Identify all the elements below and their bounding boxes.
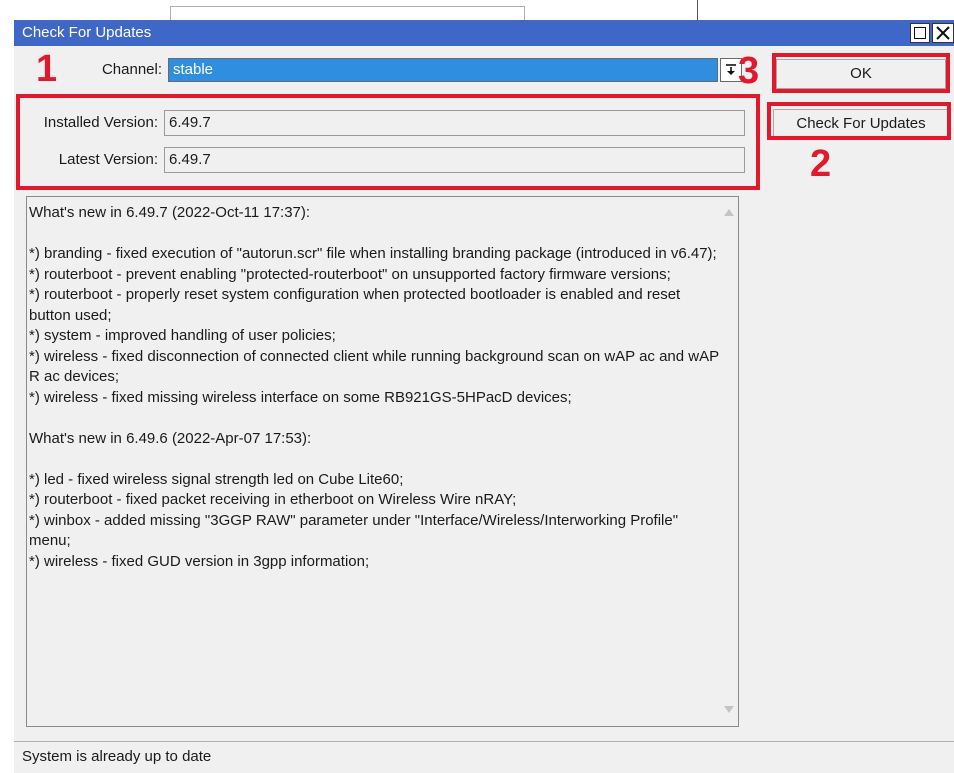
close-button[interactable]	[932, 23, 954, 43]
scroll-down-icon[interactable]	[723, 705, 735, 715]
scroll-up-icon[interactable]	[723, 207, 735, 217]
close-icon	[936, 26, 950, 40]
status-bar: System is already up to date	[14, 741, 954, 773]
screen: Check For Updates Channel: stable Instal…	[0, 0, 954, 773]
window-title: Check For Updates	[22, 24, 152, 41]
background-divider	[697, 0, 698, 20]
title-bar[interactable]: Check For Updates	[14, 20, 954, 46]
channel-label: Channel:	[101, 61, 162, 78]
background-field	[170, 6, 525, 20]
maximize-button[interactable]	[910, 23, 930, 43]
annotation-number-2: 2	[810, 143, 832, 185]
annotation-number-1: 1	[36, 48, 58, 90]
maximize-icon	[914, 27, 926, 39]
annotation-box-versions	[16, 94, 760, 190]
annotation-box-ok	[772, 53, 950, 93]
release-notes-box[interactable]: What's new in 6.49.7 (2022-Oct-11 17:37)…	[26, 196, 739, 727]
status-text: System is already up to date	[22, 748, 212, 765]
channel-value: stable	[173, 61, 214, 78]
channel-select[interactable]: stable	[168, 58, 718, 82]
release-notes-text: What's new in 6.49.7 (2022-Oct-11 17:37)…	[29, 204, 719, 570]
annotation-box-check	[767, 102, 951, 140]
dropdown-arrow-icon	[726, 64, 736, 75]
background-window-edge	[0, 0, 14, 773]
annotation-number-3: 3	[738, 50, 760, 92]
